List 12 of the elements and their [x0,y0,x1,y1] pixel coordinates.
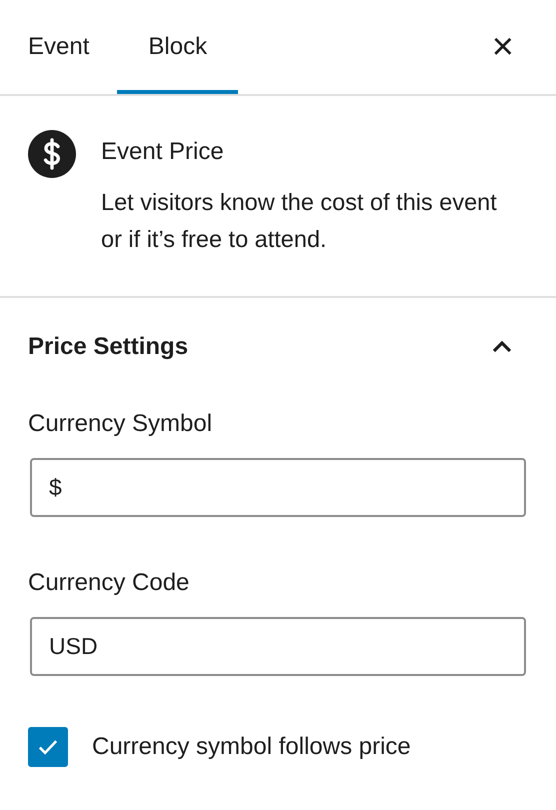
checkbox[interactable] [28,727,68,767]
block-title: Event Price [101,138,225,166]
field-label: Currency Code [28,569,190,597]
close-button[interactable]: × [482,28,524,66]
tab[interactable]: Block [117,0,238,94]
dollar-icon [28,130,76,178]
field-label: Currency Symbol [28,410,214,438]
input-field[interactable]: $ [30,458,526,517]
block-description: Let visitors know the cost of this event or if it’s free to attend. [101,188,498,254]
panel-toggle[interactable]: Price Settings [28,298,528,362]
checkbox-label: Currency symbol follows price [92,733,411,761]
input-field[interactable]: USD [30,617,526,676]
